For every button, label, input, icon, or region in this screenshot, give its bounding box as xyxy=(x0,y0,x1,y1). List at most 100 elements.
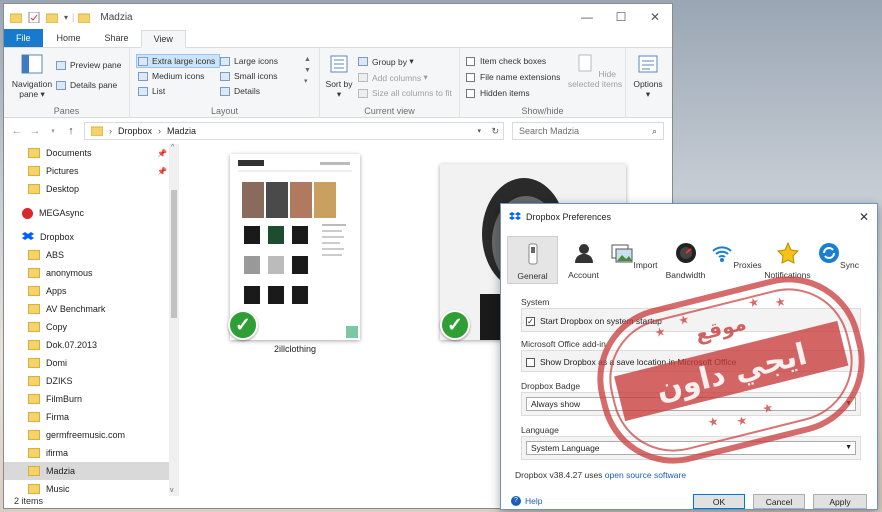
file-name-extensions-toggle[interactable]: File name extensions xyxy=(466,72,560,82)
tab-bandwidth[interactable]: Bandwidth xyxy=(660,236,711,284)
scrollbar-thumb[interactable] xyxy=(171,190,177,318)
help-link[interactable]: ? Help xyxy=(511,496,542,506)
preview-pane-button[interactable]: Preview pane xyxy=(56,60,122,70)
nav-item-apps[interactable]: Apps xyxy=(4,282,179,300)
scroll-down-icon[interactable]: v xyxy=(170,487,174,494)
navigation-pane: Documents 📌 Pictures 📌 Desktop MEGAsync Dropbo… xyxy=(4,144,179,496)
nav-item-germfreemusic-com[interactable]: germfreemusic.com xyxy=(4,426,179,444)
layout-list[interactable]: List xyxy=(138,86,165,96)
group-by-button[interactable]: Group by ▾ xyxy=(358,56,414,67)
tab-general[interactable]: General xyxy=(507,236,558,284)
sort-icon xyxy=(330,55,348,73)
nav-item-firma[interactable]: Firma xyxy=(4,408,179,426)
layout-small-icons[interactable]: Small icons xyxy=(220,71,277,81)
details-pane-button[interactable]: Details pane xyxy=(56,80,117,90)
badge-select[interactable]: Always show ▼ xyxy=(526,397,856,411)
folder-icon xyxy=(91,126,103,136)
minimize-button[interactable]: — xyxy=(570,4,604,30)
details-icon xyxy=(220,86,230,96)
open-source-link[interactable]: open source software xyxy=(605,470,686,480)
apply-button[interactable]: Apply xyxy=(813,494,867,509)
tab-share[interactable]: Share xyxy=(93,29,141,47)
layout-extra-large-icons[interactable]: Extra large icons xyxy=(138,56,215,66)
forward-arrow-icon[interactable]: → xyxy=(26,125,44,137)
new-folder-icon[interactable] xyxy=(46,12,58,23)
folder-icon xyxy=(28,286,40,296)
nav-item-anonymous[interactable]: anonymous xyxy=(4,264,179,282)
tab-proxies[interactable]: Proxies xyxy=(711,236,762,284)
pin-icon[interactable]: 📌 xyxy=(157,149,167,158)
nav-item-filmburn[interactable]: FilmBurn xyxy=(4,390,179,408)
tab-import[interactable]: Import xyxy=(609,236,660,284)
breadcrumb-dropbox[interactable]: Dropbox xyxy=(118,126,152,136)
tab-account[interactable]: Account xyxy=(558,236,609,284)
pin-icon[interactable]: 📌 xyxy=(157,167,167,176)
wifi-icon xyxy=(712,246,733,262)
layout-medium-icons[interactable]: Medium icons xyxy=(138,71,204,81)
nav-item-copy[interactable]: Copy xyxy=(4,318,179,336)
file-name-extensions-checkbox[interactable] xyxy=(466,72,475,82)
search-placeholder: Search Madzia xyxy=(519,126,580,136)
chevron-down-icon: ▼ xyxy=(845,444,852,451)
hidden-items-toggle[interactable]: Hidden items xyxy=(466,88,530,98)
nav-item-dropbox[interactable]: Dropbox xyxy=(4,228,179,246)
sort-by-button[interactable]: Sort by ▾ xyxy=(324,54,354,99)
hidden-items-checkbox[interactable] xyxy=(466,88,475,98)
nav-item-domi[interactable]: Domi xyxy=(4,354,179,372)
address-bar[interactable]: › Dropbox › Madzia ▾ ↻ xyxy=(84,122,504,140)
properties-icon[interactable] xyxy=(28,11,40,23)
recent-locations-icon[interactable]: ▾ xyxy=(44,127,62,135)
nav-item-abs[interactable]: ABS xyxy=(4,246,179,264)
tab-file[interactable]: File xyxy=(4,29,43,47)
title-bar: ▾ | Madzia — ☐ ✕ xyxy=(4,4,672,30)
tab-sync[interactable]: Sync xyxy=(813,236,864,284)
hide-selected-items-button[interactable]: Hide selected items xyxy=(566,54,624,89)
nav-item-documents[interactable]: Documents 📌 xyxy=(4,144,179,162)
close-button[interactable]: ✕ xyxy=(638,4,672,30)
size-all-columns-button[interactable]: Size all columns to fit xyxy=(358,88,452,98)
navigation-scrollbar[interactable]: ^ v xyxy=(169,144,179,496)
maximize-button[interactable]: ☐ xyxy=(604,4,638,30)
add-columns-button[interactable]: Add columns ▾ xyxy=(358,72,428,83)
back-arrow-icon[interactable]: ← xyxy=(8,125,26,137)
start-on-startup-option[interactable]: ✓ Start Dropbox on system startup xyxy=(526,316,662,326)
layout-large-icons[interactable]: Large icons xyxy=(220,56,278,66)
breadcrumb-madzia[interactable]: Madzia xyxy=(167,126,196,136)
up-arrow-icon[interactable]: ↑ xyxy=(62,125,80,137)
layout-details[interactable]: Details xyxy=(220,86,260,96)
nav-item-megasync[interactable]: MEGAsync xyxy=(4,204,179,222)
dialog-close-icon[interactable]: ✕ xyxy=(859,210,869,224)
address-dropdown-icon[interactable]: ▾ xyxy=(477,127,481,135)
tab-view[interactable]: View xyxy=(140,30,186,48)
options-button[interactable]: Options ▾ xyxy=(628,54,668,99)
language-select[interactable]: System Language ▼ xyxy=(526,441,856,455)
breadcrumb-separator: › xyxy=(158,126,162,136)
nav-item-ifirma[interactable]: ifirma xyxy=(4,444,179,462)
nav-item-desktop[interactable]: Desktop xyxy=(4,180,179,198)
item-check-boxes-toggle[interactable]: Item check boxes xyxy=(466,56,546,66)
start-on-startup-checkbox[interactable]: ✓ xyxy=(526,316,535,326)
show-in-office-checkbox[interactable] xyxy=(526,357,535,367)
refresh-icon[interactable]: ↻ xyxy=(491,126,499,137)
tab-home[interactable]: Home xyxy=(45,29,93,47)
nav-item-madzia[interactable]: Madzia xyxy=(4,462,179,480)
nav-item-music[interactable]: Music xyxy=(4,480,179,496)
navigation-pane-button[interactable]: Navigation pane ▾ xyxy=(8,54,56,99)
tab-notifications[interactable]: Notifications xyxy=(762,236,813,284)
search-input[interactable]: Search Madzia ⌕ xyxy=(512,122,664,140)
nav-item-dziks[interactable]: DZIKS xyxy=(4,372,179,390)
show-in-office-option[interactable]: Show Dropbox as a save location in Micro… xyxy=(526,357,736,367)
quick-access-dropdown-icon[interactable]: ▾ xyxy=(64,13,68,22)
nav-item-av-benchmark[interactable]: AV Benchmark xyxy=(4,300,179,318)
navigation-pane-icon xyxy=(21,54,43,74)
scroll-up-icon[interactable]: ^ xyxy=(171,144,174,151)
cancel-button[interactable]: Cancel xyxy=(753,494,805,509)
search-icon: ⌕ xyxy=(651,125,657,136)
item-check-boxes-checkbox[interactable] xyxy=(466,56,475,66)
folder-icon xyxy=(28,148,40,158)
nav-item-pictures[interactable]: Pictures 📌 xyxy=(4,162,179,180)
ok-button[interactable]: OK xyxy=(693,494,745,509)
layout-scroll-icon[interactable]: ▲ ▼ ▾ xyxy=(304,54,311,87)
nav-item-dok-07-2013[interactable]: Dok.07.2013 xyxy=(4,336,179,354)
nav-item-label: Firma xyxy=(46,412,69,422)
